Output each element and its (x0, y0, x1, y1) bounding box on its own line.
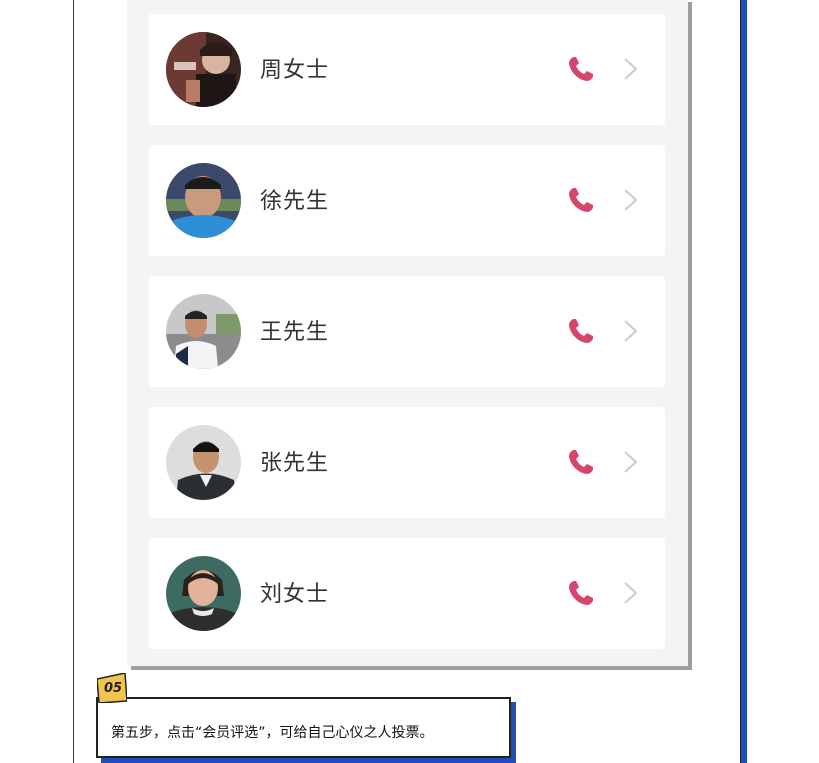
contact-name: 张先生 (260, 451, 330, 476)
avatar (166, 32, 241, 107)
contact-card[interactable]: 刘女士 (149, 538, 665, 649)
step-caption-box: 第五步，点击“会员评选”，可给自己心仪之人投票。 (96, 697, 511, 758)
chevron-right-icon[interactable] (621, 580, 641, 606)
chevron-right-icon[interactable] (621, 449, 641, 475)
contact-card[interactable]: 徐先生 (149, 145, 665, 256)
phone-icon[interactable] (566, 185, 596, 215)
avatar (166, 163, 241, 238)
chevron-right-icon[interactable] (621, 318, 641, 344)
step-number: 05 (104, 681, 123, 696)
avatar (166, 425, 241, 500)
phone-icon[interactable] (566, 447, 596, 477)
avatar (166, 556, 241, 631)
avatar (166, 294, 241, 369)
contact-name: 徐先生 (260, 189, 330, 214)
tutorial-page: 周女士 徐先生 王先生 张先生 刘女士 第五步，点击“会员评选”，可给自己心仪之… (0, 0, 819, 763)
contact-card[interactable]: 周女士 (149, 14, 665, 125)
phone-icon[interactable] (566, 316, 596, 346)
chevron-right-icon[interactable] (621, 56, 641, 82)
contact-name: 王先生 (260, 320, 330, 345)
contact-card[interactable]: 张先生 (149, 407, 665, 518)
frame-left-border (73, 0, 74, 763)
phone-icon[interactable] (566, 578, 596, 608)
contact-list-screen: 周女士 徐先生 王先生 张先生 刘女士 (127, 0, 688, 666)
phone-icon[interactable] (566, 54, 596, 84)
step-caption: 第五步，点击“会员评选”，可给自己心仪之人投票。 (111, 725, 434, 741)
contact-name: 刘女士 (260, 582, 330, 607)
frame-right-accent (741, 0, 747, 763)
contact-card[interactable]: 王先生 (149, 276, 665, 387)
chevron-right-icon[interactable] (621, 187, 641, 213)
contact-name: 周女士 (260, 58, 330, 83)
